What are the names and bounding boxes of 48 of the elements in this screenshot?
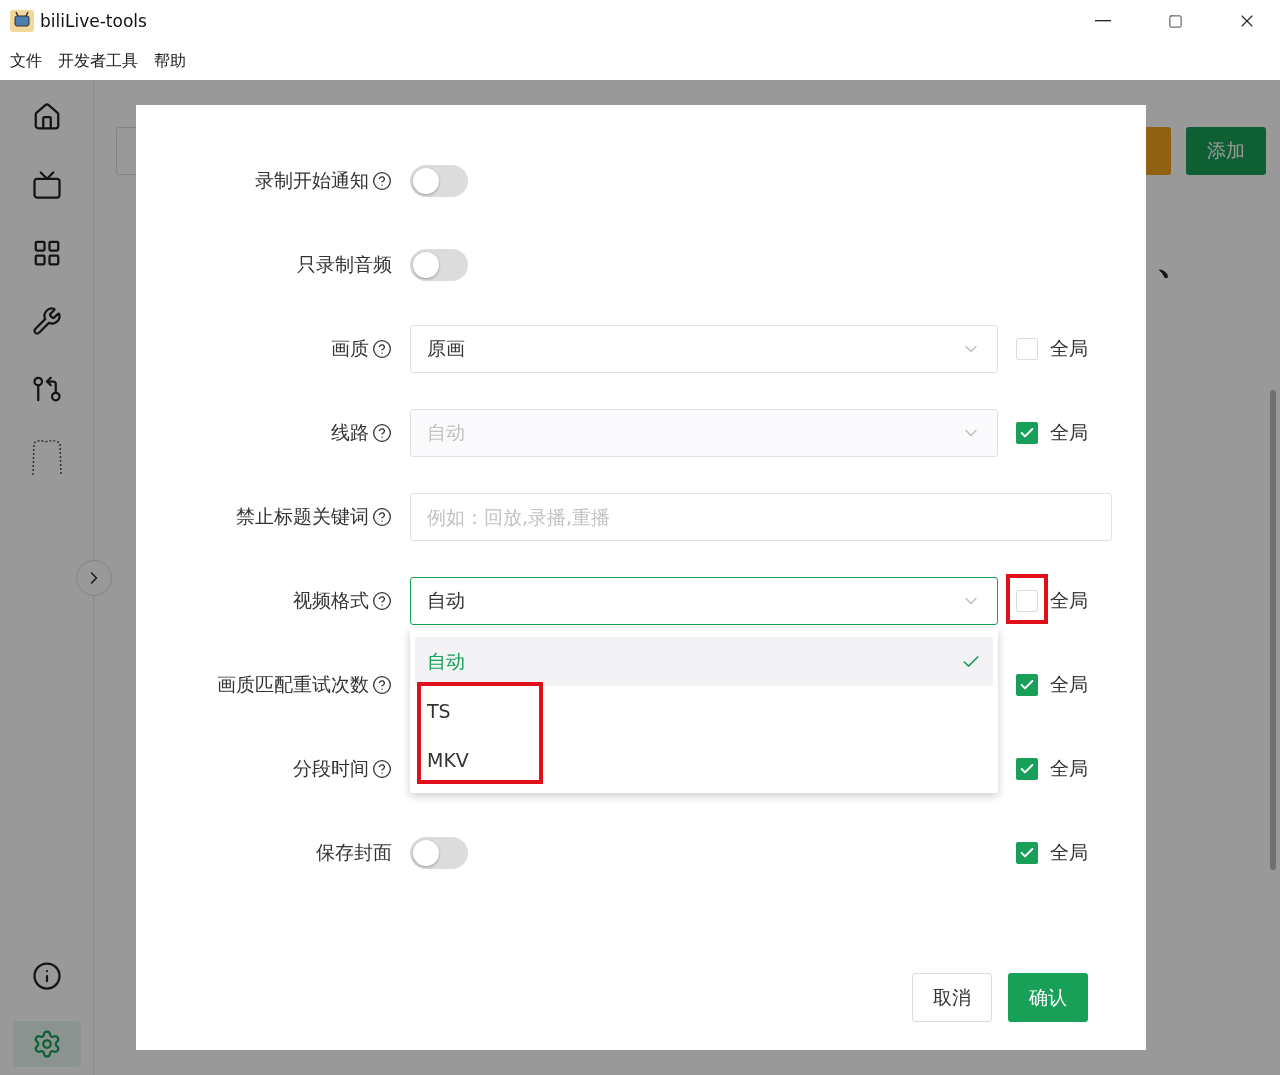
menu-item[interactable]: 文件 (10, 50, 42, 72)
select-field[interactable]: 自动 (410, 577, 998, 625)
checkbox[interactable] (1016, 674, 1038, 696)
scrollbar[interactable] (1270, 390, 1276, 870)
field-label: 分段时间 (293, 756, 369, 781)
field-label: 画质匹配重试次数 (217, 672, 369, 697)
global-label: 全局 (1050, 756, 1088, 781)
global-label: 全局 (1050, 588, 1088, 613)
global-label: 全局 (1050, 420, 1088, 445)
global-label: 全局 (1050, 336, 1088, 361)
field-label: 只录制音频 (297, 252, 392, 277)
cancel-button[interactable]: 取消 (912, 973, 992, 1022)
field-label: 保存封面 (316, 840, 392, 865)
menu-item[interactable]: 帮助 (154, 50, 186, 72)
help-icon[interactable] (372, 339, 392, 359)
window-title: biliLive-tools (40, 11, 148, 31)
field-label: 视频格式 (293, 588, 369, 613)
menu-item[interactable]: 开发者工具 (58, 50, 138, 72)
keyword-input[interactable]: 例如：回放,录播,重播 (410, 493, 1112, 541)
field-label: 录制开始通知 (255, 168, 369, 193)
field-label: 禁止标题关键词 (236, 504, 369, 529)
app-logo-icon (10, 10, 34, 32)
toggle-switch[interactable] (410, 837, 468, 869)
field-label: 线路 (331, 420, 369, 445)
toggle-switch[interactable] (410, 165, 468, 197)
info-icon (31, 961, 62, 991)
merge-icon (31, 374, 62, 404)
dropdown-option[interactable]: MKV (415, 735, 993, 784)
checkbox[interactable] (1016, 758, 1038, 780)
help-icon[interactable] (372, 759, 392, 779)
heading-text: 、 (1156, 237, 1194, 284)
dropdown-option[interactable]: TS (415, 686, 993, 735)
checkbox[interactable] (1016, 590, 1038, 612)
help-icon[interactable] (372, 675, 392, 695)
help-icon[interactable] (372, 171, 392, 191)
help-icon[interactable] (372, 507, 392, 527)
global-label: 全局 (1050, 840, 1088, 865)
select-field[interactable]: 原画 (410, 325, 998, 373)
help-icon[interactable] (372, 591, 392, 611)
global-label: 全局 (1050, 672, 1088, 697)
checkbox[interactable] (1016, 338, 1038, 360)
checkbox[interactable] (1016, 842, 1038, 864)
field-label: 画质 (331, 336, 369, 361)
toggle-switch[interactable] (410, 249, 468, 281)
minimize-icon (1095, 20, 1111, 22)
tv-icon (31, 170, 62, 200)
maximize-icon (1167, 13, 1183, 29)
wrench-icon (31, 306, 62, 336)
